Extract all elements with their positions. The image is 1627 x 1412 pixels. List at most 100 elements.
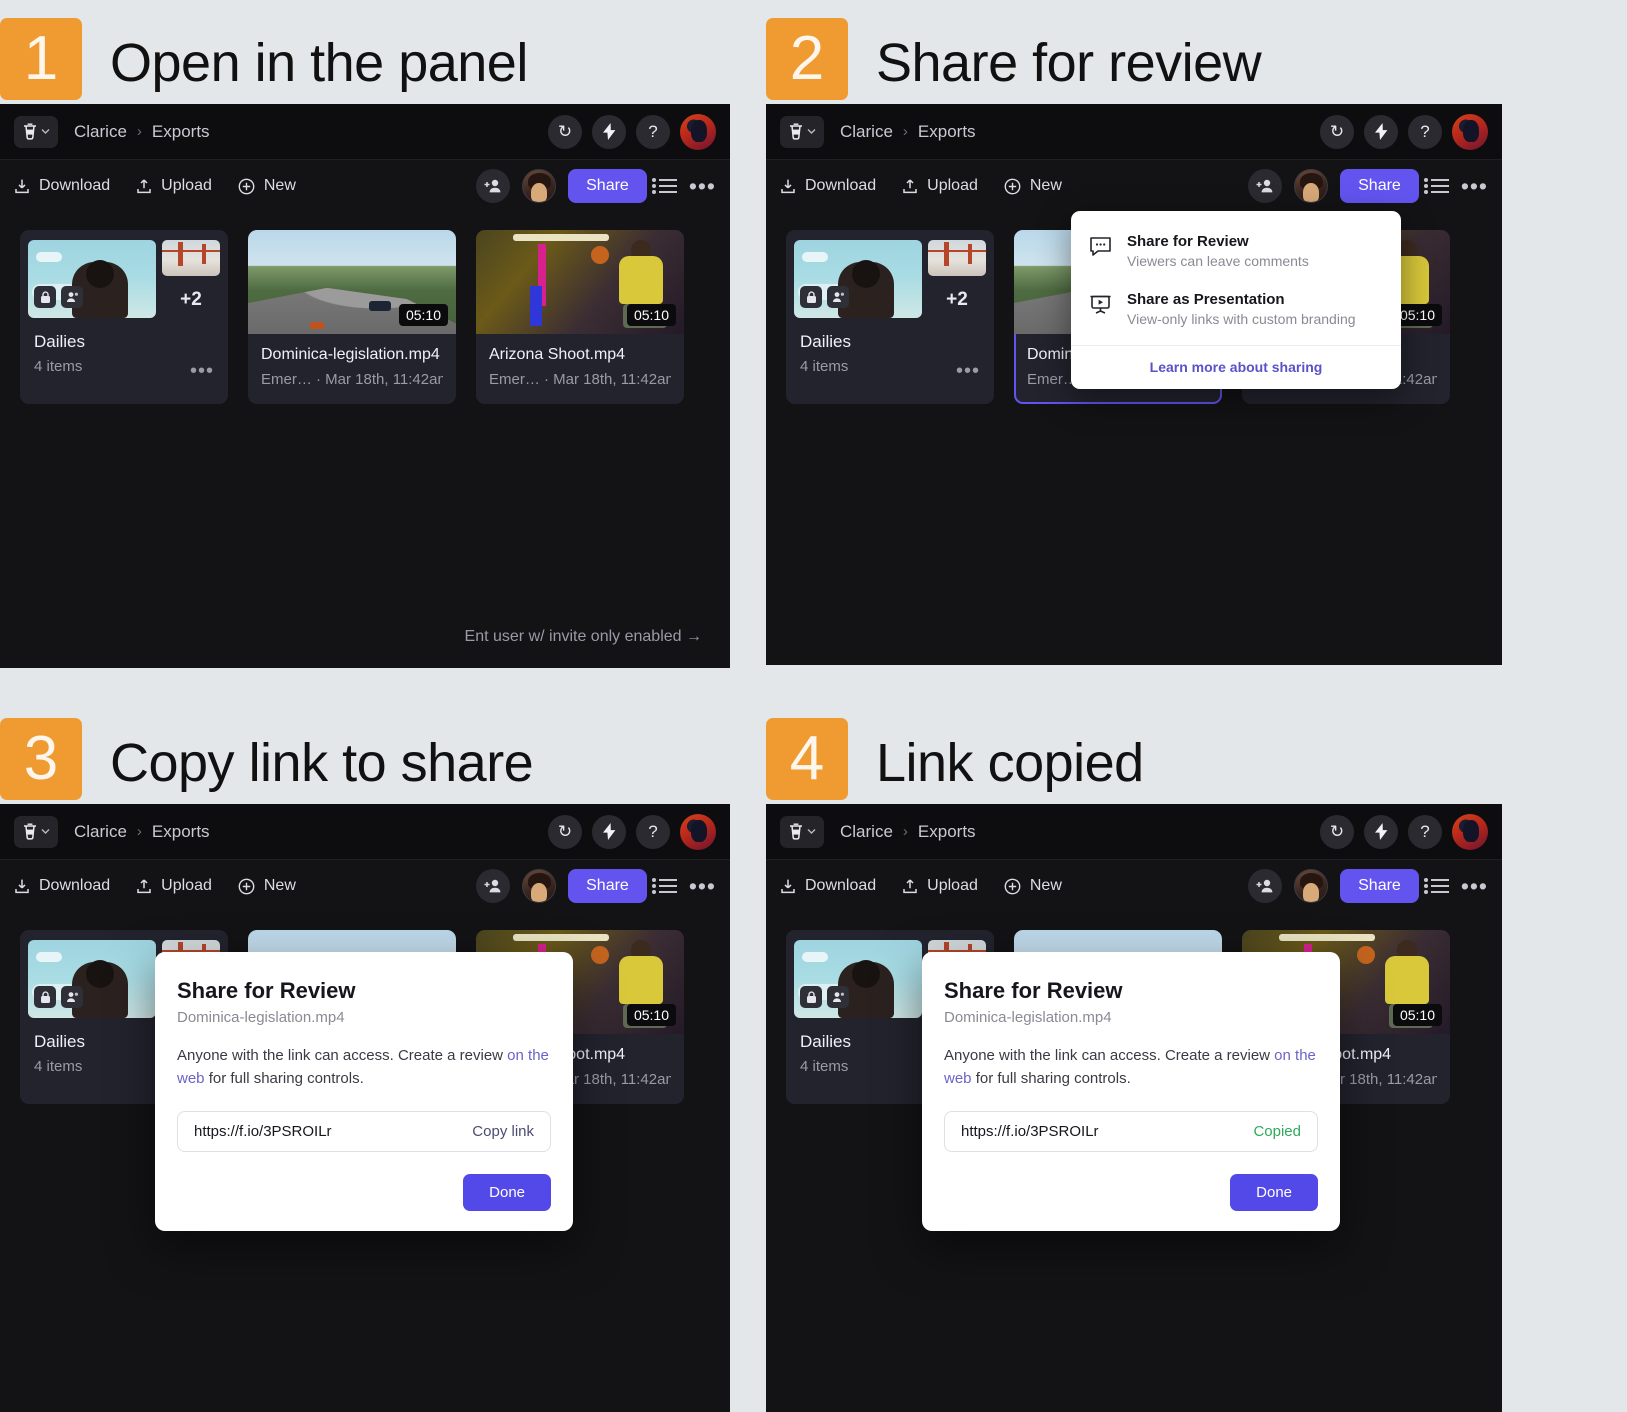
breadcrumb: Clarice › Exports — [840, 122, 976, 142]
workspace-logo-button[interactable] — [780, 115, 824, 148]
app-window-4: Clarice › Exports ↻ ? Download Upload Ne… — [766, 804, 1502, 1412]
learn-more-link[interactable]: Learn more about sharing — [1071, 345, 1401, 389]
workspace-logo-button[interactable] — [780, 815, 824, 848]
download-icon — [15, 179, 29, 193]
download-label: Download — [805, 177, 877, 194]
refresh-icon[interactable]: ↻ — [548, 114, 582, 149]
upload-button[interactable]: Upload — [902, 177, 978, 195]
download-icon — [781, 879, 795, 893]
account-avatar[interactable] — [1452, 813, 1488, 850]
download-button[interactable]: Download — [780, 877, 876, 895]
video-duration: 05:10 — [626, 1004, 676, 1026]
add-people-icon[interactable] — [1248, 869, 1283, 903]
workspace-logo-button[interactable] — [14, 115, 58, 148]
video-thumbnail: 05:10 — [476, 230, 684, 334]
step-4-title: Link copied — [876, 733, 1144, 793]
folder-badges — [34, 286, 83, 308]
share-button[interactable]: Share — [568, 869, 647, 903]
download-button[interactable]: Download — [780, 177, 876, 195]
lightning-icon[interactable] — [1364, 114, 1398, 149]
new-button[interactable]: New — [238, 877, 296, 895]
collaborator-avatar[interactable] — [1294, 869, 1329, 903]
lightning-icon[interactable] — [592, 114, 626, 149]
download-button[interactable]: Download — [14, 877, 110, 895]
people-icon — [61, 986, 83, 1008]
step-2-badge: 2 — [766, 18, 848, 100]
more-options-icon[interactable]: ••• — [1461, 175, 1488, 198]
copy-link-button[interactable]: Copy link — [472, 1123, 534, 1140]
cup-icon — [790, 123, 802, 140]
folder-more-icon[interactable]: ••• — [956, 361, 980, 381]
add-people-icon[interactable] — [476, 169, 511, 203]
share-link-url[interactable]: https://f.io/3PSROILr — [961, 1123, 1099, 1140]
menu-item-share-as-presentation[interactable]: Share as Presentation View-only links wi… — [1071, 281, 1401, 339]
folder-card-dailies[interactable]: +2 Dailies 4 items ••• — [20, 230, 228, 404]
lightning-icon[interactable] — [592, 814, 626, 849]
help-icon[interactable]: ? — [1408, 814, 1442, 849]
more-options-icon[interactable]: ••• — [1461, 875, 1488, 898]
help-icon[interactable]: ? — [636, 814, 670, 849]
share-button[interactable]: Share — [568, 169, 647, 203]
account-avatar[interactable] — [680, 113, 716, 150]
collaborator-avatar[interactable] — [1294, 169, 1329, 203]
list-view-icon[interactable] — [1423, 178, 1449, 194]
breadcrumb-root[interactable]: Clarice — [840, 822, 893, 842]
video-thumbnail: 05:10 — [248, 230, 456, 334]
folder-card-dailies[interactable]: +2 Dailies 4 items ••• — [786, 230, 994, 404]
add-people-icon[interactable] — [476, 869, 511, 903]
list-view-icon[interactable] — [651, 178, 677, 194]
breadcrumb-current[interactable]: Exports — [918, 122, 976, 142]
download-button[interactable]: Download — [14, 177, 110, 195]
done-button[interactable]: Done — [463, 1173, 551, 1211]
breadcrumb-current[interactable]: Exports — [152, 822, 210, 842]
breadcrumb-separator: › — [136, 123, 142, 140]
account-avatar[interactable] — [680, 813, 716, 850]
breadcrumb-current[interactable]: Exports — [152, 122, 210, 142]
video-card-arizona[interactable]: 05:10 Arizona Shoot.mp4 Emer… · Mar 18th… — [476, 230, 684, 404]
plus-circle-icon — [1004, 178, 1021, 194]
new-button[interactable]: New — [1004, 877, 1062, 895]
upload-button[interactable]: Upload — [136, 177, 212, 195]
more-options-icon[interactable]: ••• — [689, 175, 716, 198]
lightning-icon[interactable] — [1364, 814, 1398, 849]
action-bar-right: Share ••• — [476, 169, 716, 203]
help-icon[interactable]: ? — [636, 114, 670, 149]
done-button[interactable]: Done — [1230, 1173, 1318, 1211]
upload-button[interactable]: Upload — [902, 877, 978, 895]
refresh-icon[interactable]: ↻ — [1320, 814, 1354, 849]
refresh-icon[interactable]: ↻ — [548, 814, 582, 849]
refresh-icon[interactable]: ↻ — [1320, 114, 1354, 149]
help-icon[interactable]: ? — [1408, 114, 1442, 149]
video-meta: Dominica-legislation.mp4 Emer… · Mar 18t… — [248, 334, 456, 404]
dialog-footer: Done — [177, 1173, 551, 1211]
copied-status: Copied — [1253, 1122, 1301, 1140]
list-view-icon[interactable] — [651, 878, 677, 894]
share-button[interactable]: Share — [1340, 869, 1419, 903]
upload-icon — [137, 178, 151, 193]
upload-button[interactable]: Upload — [136, 877, 212, 895]
add-people-icon[interactable] — [1248, 169, 1283, 203]
list-view-icon[interactable] — [1423, 878, 1449, 894]
breadcrumb-root[interactable]: Clarice — [74, 122, 127, 142]
upload-label: Upload — [161, 177, 212, 194]
new-label: New — [1029, 877, 1062, 894]
breadcrumb-root[interactable]: Clarice — [840, 122, 893, 142]
collaborator-avatar[interactable] — [522, 869, 557, 903]
workspace-logo-button[interactable] — [14, 815, 58, 848]
dialog-body-after: for full sharing controls. — [971, 1070, 1131, 1088]
comment-bubble-icon — [1089, 233, 1113, 262]
new-button[interactable]: New — [238, 177, 296, 195]
menu-item-share-for-review[interactable]: Share for Review Viewers can leave comme… — [1071, 223, 1401, 281]
share-link-url[interactable]: https://f.io/3PSROILr — [194, 1123, 332, 1140]
share-button[interactable]: Share — [1340, 169, 1419, 203]
video-card-dominica[interactable]: 05:10 Dominica-legislation.mp4 Emer… · M… — [248, 230, 456, 404]
breadcrumb-root[interactable]: Clarice — [74, 822, 127, 842]
dialog-body: Anyone with the link can access. Create … — [177, 1044, 551, 1091]
breadcrumb-current[interactable]: Exports — [918, 822, 976, 842]
more-options-icon[interactable]: ••• — [689, 875, 716, 898]
collaborator-avatar[interactable] — [522, 169, 557, 203]
account-avatar[interactable] — [1452, 113, 1488, 150]
folder-more-icon[interactable]: ••• — [190, 361, 214, 381]
new-button[interactable]: New — [1004, 177, 1062, 195]
folder-item-count: 4 items — [800, 358, 849, 375]
